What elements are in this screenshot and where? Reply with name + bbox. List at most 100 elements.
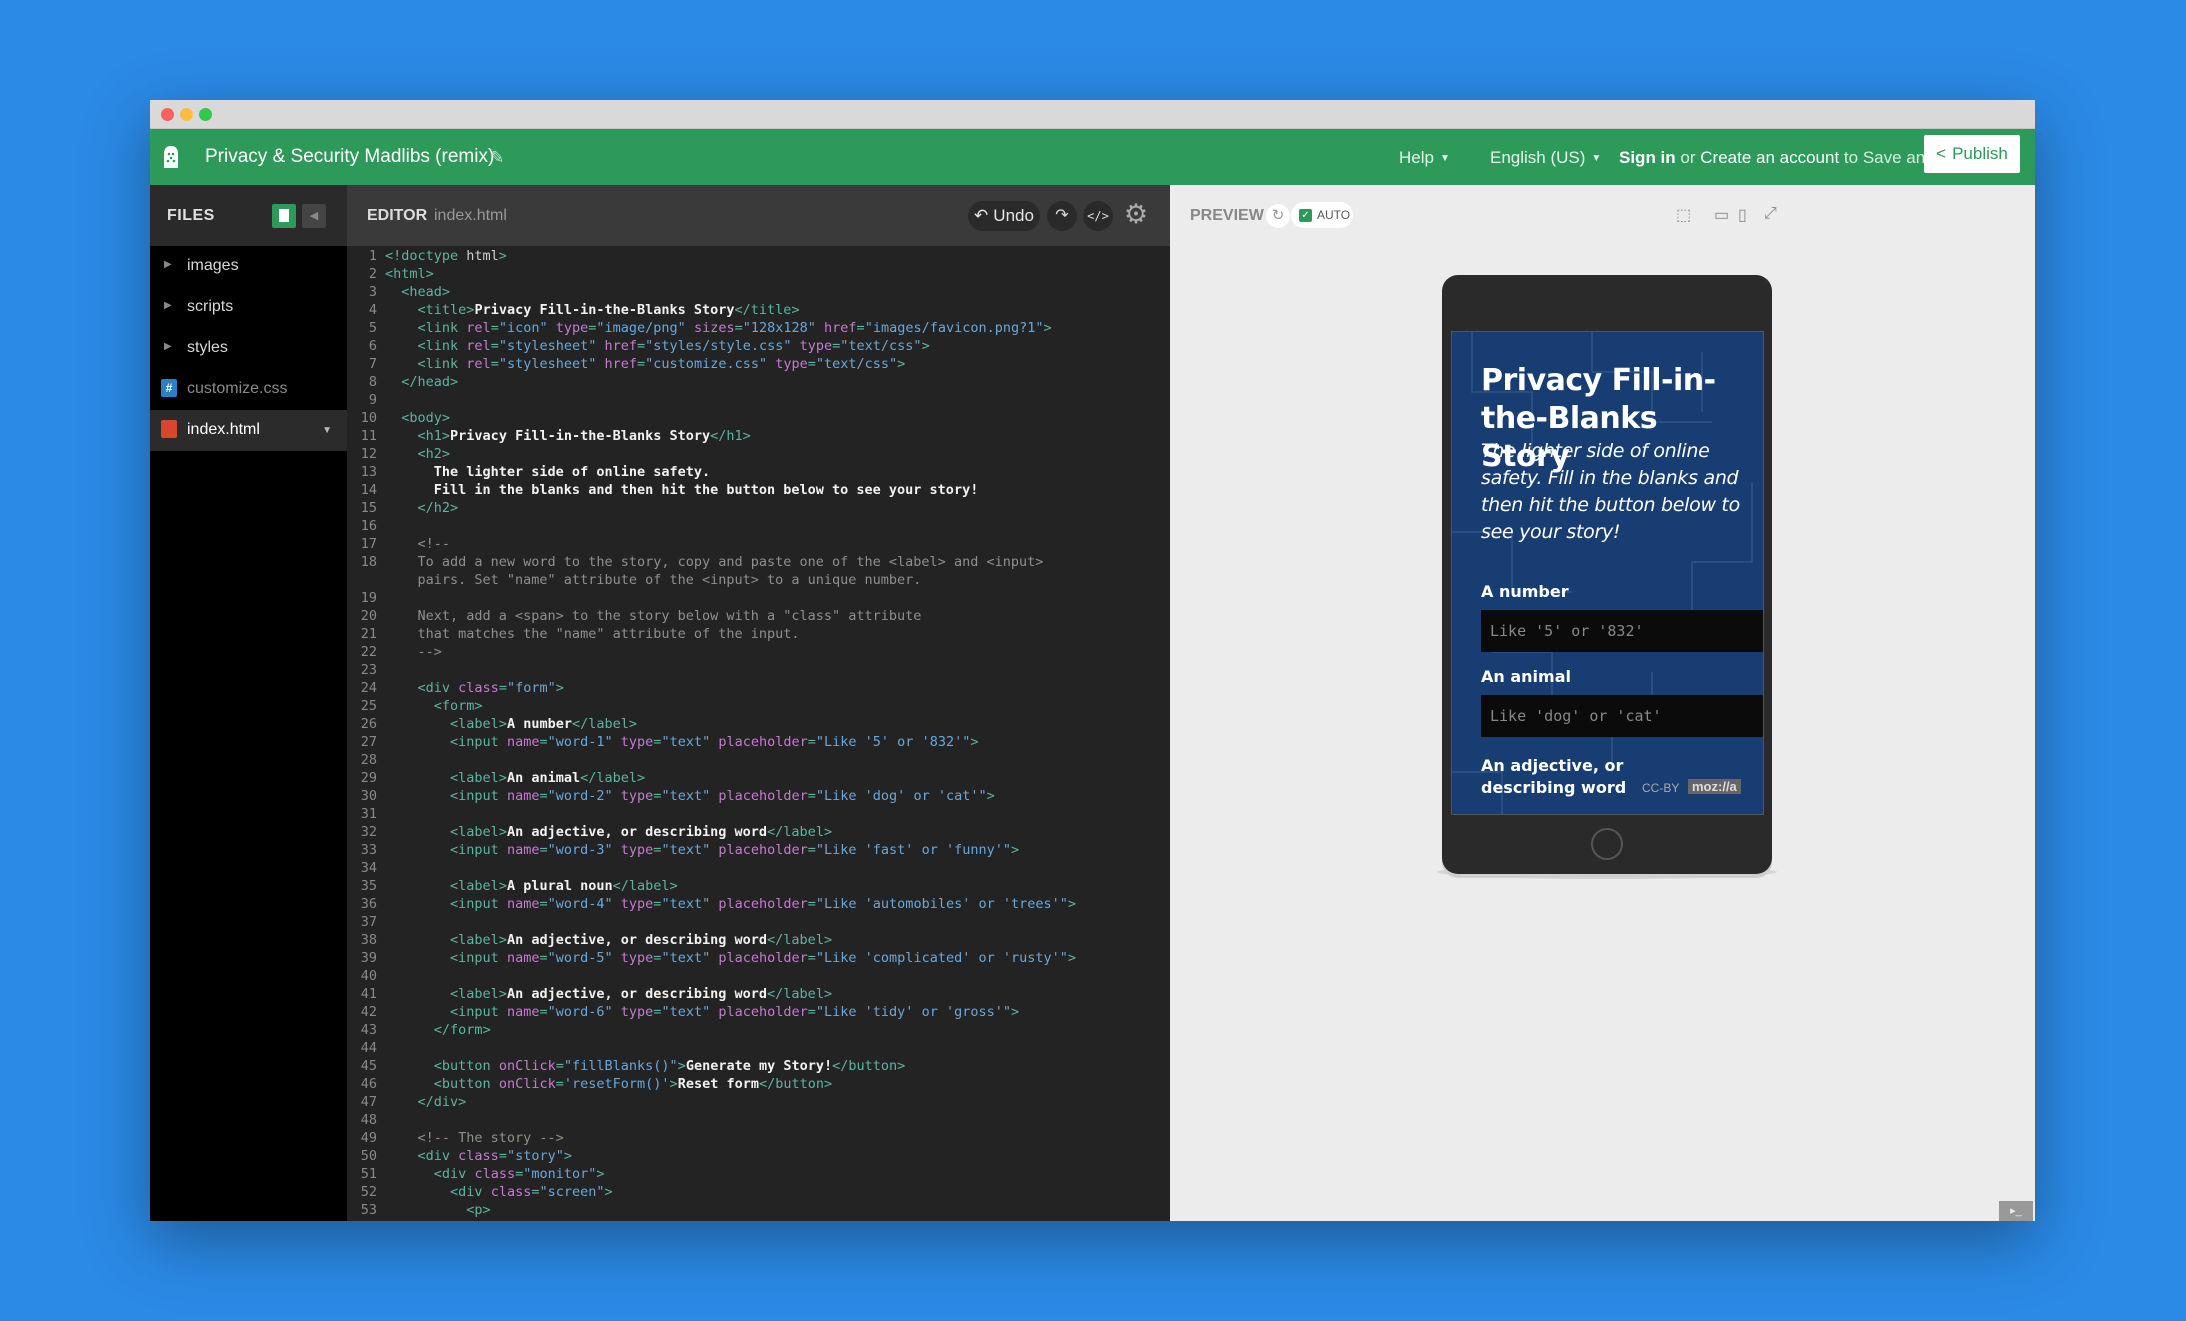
code-line[interactable]: 32 <label>An adjective, or describing wo…: [347, 823, 1170, 841]
code-line[interactable]: 39 <input name="word-5" type="text" plac…: [347, 949, 1170, 967]
code-line[interactable]: 17 <!--: [347, 535, 1170, 553]
tree-folder-images[interactable]: ▶ images: [150, 246, 347, 287]
refresh-icon[interactable]: ↻: [1266, 204, 1290, 228]
code-line[interactable]: 45 <button onClick="fillBlanks()">Genera…: [347, 1057, 1170, 1075]
code-line[interactable]: 15 </h2>: [347, 499, 1170, 517]
code-editor[interactable]: 1 <!doctype html> 2 <html> 3 <head> 4 <title>…: [347, 246, 1170, 1221]
code-line[interactable]: 21 that matches the "name" attribute of …: [347, 625, 1170, 643]
code-line[interactable]: 48: [347, 1111, 1170, 1129]
code-line[interactable]: 24 <div class="form">: [347, 679, 1170, 697]
inspector-icon[interactable]: ⬚: [1676, 205, 1691, 225]
fullscreen-icon[interactable]: ⤢: [1764, 205, 1777, 223]
edit-title-pencil-icon[interactable]: ✎: [490, 148, 504, 168]
code-line[interactable]: 30 <input name="word-2" type="text" plac…: [347, 787, 1170, 805]
create-account-link[interactable]: Create an account: [1700, 148, 1839, 167]
redo-icon: ↷: [1055, 207, 1069, 224]
code-line[interactable]: pairs. Set "name" attribute of the <inpu…: [347, 571, 1170, 589]
code-line[interactable]: 3 <head>: [347, 283, 1170, 301]
code-line[interactable]: 14 Fill in the blanks and then hit the b…: [347, 481, 1170, 499]
auto-refresh-toggle[interactable]: ✓ AUTO: [1291, 202, 1353, 228]
code-line[interactable]: 4 <title>Privacy Fill-in-the-Blanks Stor…: [347, 301, 1170, 319]
code-line[interactable]: 52 <div class="screen">: [347, 1183, 1170, 1201]
code-line[interactable]: 25 <form>: [347, 697, 1170, 715]
code-line[interactable]: 6 <link rel="stylesheet" href="styles/st…: [347, 337, 1170, 355]
code-line[interactable]: 37: [347, 913, 1170, 931]
preview-animal-input[interactable]: Like 'dog' or 'cat': [1481, 695, 1763, 737]
code-line[interactable]: 9: [347, 391, 1170, 409]
undo-button[interactable]: ↶ Undo: [968, 201, 1040, 231]
desktop-view-icon[interactable]: ▭: [1714, 205, 1729, 225]
code-line[interactable]: 51 <div class="monitor">: [347, 1165, 1170, 1183]
code-line[interactable]: 27 <input name="word-1" type="text" plac…: [347, 733, 1170, 751]
code-text: <input name="word-3" type="text" placeho…: [450, 842, 1020, 858]
line-number: 41: [360, 986, 377, 1002]
code-text: The lighter side of online safety.: [385, 464, 711, 480]
code-line[interactable]: 20 Next, add a <span> to the story below…: [347, 607, 1170, 625]
code-line[interactable]: 16: [347, 517, 1170, 535]
line-number: 4: [368, 302, 377, 318]
code-line[interactable]: 31: [347, 805, 1170, 823]
maximize-window-button[interactable]: [199, 108, 212, 121]
code-line[interactable]: 47 </div>: [347, 1093, 1170, 1111]
line-number: 31: [360, 806, 377, 822]
code-line[interactable]: 43 </form>: [347, 1021, 1170, 1039]
snippets-button[interactable]: </>: [1083, 201, 1113, 231]
code-line[interactable]: 22 -->: [347, 643, 1170, 661]
code-line[interactable]: 2 <html>: [347, 265, 1170, 283]
code-line[interactable]: 42 <input name="word-6" type="text" plac…: [347, 1003, 1170, 1021]
code-text: <input name="word-1" type="text" placeho…: [450, 734, 979, 750]
code-line[interactable]: 19: [347, 589, 1170, 607]
thimble-logo-icon[interactable]: [160, 144, 182, 170]
redo-button[interactable]: ↷: [1047, 201, 1077, 231]
code-line[interactable]: 49 <!-- The story -->: [347, 1129, 1170, 1147]
code-line[interactable]: 28: [347, 751, 1170, 769]
mobile-view-icon[interactable]: ▯: [1738, 205, 1747, 225]
line-number: 50: [360, 1148, 377, 1164]
code-line[interactable]: 29 <label>An animal</label>: [347, 769, 1170, 787]
collapse-sidebar-button[interactable]: ◀: [302, 204, 326, 228]
code-line[interactable]: 23: [347, 661, 1170, 679]
code-line[interactable]: 41 <label>An adjective, or describing wo…: [347, 985, 1170, 1003]
code-line[interactable]: 7 <link rel="stylesheet" href="customize…: [347, 355, 1170, 373]
line-number: 22: [360, 644, 377, 660]
code-line[interactable]: 33 <input name="word-3" type="text" plac…: [347, 841, 1170, 859]
language-menu[interactable]: English (US) ▼: [1490, 148, 1601, 168]
code-line[interactable]: 46 <button onClick='resetForm()'>Reset f…: [347, 1075, 1170, 1093]
code-line[interactable]: 36 <input name="word-4" type="text" plac…: [347, 895, 1170, 913]
tree-file-customize-css[interactable]: # customize.css: [150, 369, 347, 410]
code-line[interactable]: 10 <body>: [347, 409, 1170, 427]
tree-file-index-html[interactable]: index.html ▼: [150, 410, 347, 451]
code-line[interactable]: 12 <h2>: [347, 445, 1170, 463]
code-line[interactable]: 38 <label>An adjective, or describing wo…: [347, 931, 1170, 949]
new-file-button[interactable]: [272, 204, 296, 228]
phone-screen[interactable]: Privacy Fill-in-the-Blanks Story The lig…: [1451, 331, 1764, 815]
code-line[interactable]: 5 <link rel="icon" type="image/png" size…: [347, 319, 1170, 337]
code-line[interactable]: 13 The lighter side of online safety.: [347, 463, 1170, 481]
sign-in-link[interactable]: Sign in: [1619, 148, 1676, 167]
code-line[interactable]: 26 <label>A number</label>: [347, 715, 1170, 733]
or-text: or: [1680, 148, 1696, 167]
code-line[interactable]: 35 <label>A plural noun</label>: [347, 877, 1170, 895]
code-line[interactable]: 11 <h1>Privacy Fill-in-the-Blanks Story<…: [347, 427, 1170, 445]
code-line[interactable]: 18 To add a new word to the story, copy …: [347, 553, 1170, 571]
preview-number-input[interactable]: Like '5' or '832': [1481, 610, 1763, 652]
code-line[interactable]: 44: [347, 1039, 1170, 1057]
files-title: FILES: [167, 207, 215, 224]
code-line[interactable]: 40: [347, 967, 1170, 985]
code-line[interactable]: 50 <div class="story">: [347, 1147, 1170, 1165]
code-line[interactable]: 34: [347, 859, 1170, 877]
console-toggle-icon[interactable]: ▸_: [1999, 1201, 2033, 1221]
tree-folder-scripts[interactable]: ▶ scripts: [150, 287, 347, 328]
mozilla-logo: moz://a: [1688, 779, 1741, 794]
code-line[interactable]: 1 <!doctype html>: [347, 247, 1170, 265]
code-line[interactable]: 8 </head>: [347, 373, 1170, 391]
minimize-window-button[interactable]: [180, 108, 193, 121]
close-window-button[interactable]: [161, 108, 174, 121]
line-number: 33: [360, 842, 377, 858]
settings-gear-icon[interactable]: ⚙: [1121, 199, 1151, 229]
chevron-down-icon[interactable]: ▼: [322, 425, 332, 436]
tree-folder-styles[interactable]: ▶ styles: [150, 328, 347, 369]
code-line[interactable]: 53 <p>: [347, 1201, 1170, 1219]
publish-button[interactable]: < Publish: [1924, 135, 2020, 173]
help-menu[interactable]: Help ▼: [1399, 148, 1450, 168]
